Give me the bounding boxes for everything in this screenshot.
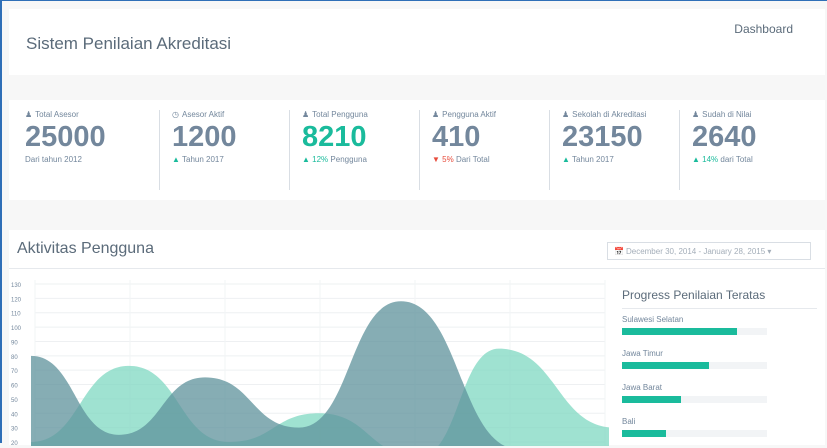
stat-label: Sudah di Nilai <box>702 110 752 119</box>
activity-title: Aktivitas Pengguna <box>17 240 154 257</box>
window-border-left <box>0 0 2 443</box>
progress-item: Sulawesi Selatan <box>622 315 817 343</box>
stat-pengguna-aktif: ♟ Pengguna Aktif 410 ▼ 5% Dari Total <box>419 110 542 190</box>
user-icon: ♟ <box>432 110 440 119</box>
y-tick-label: 50 <box>11 398 18 404</box>
progress-fill <box>622 396 682 403</box>
progress-item: Jawa Barat <box>622 383 817 411</box>
y-tick-label: 30 <box>11 427 18 433</box>
y-tick-label: 80 <box>11 355 18 361</box>
breadcrumb[interactable]: Dashboard <box>734 22 793 36</box>
stat-value: 410 <box>432 121 481 153</box>
stat-sudah-dinilai: ♟ Sudah di Nilai 2640 ▲ 14% dari Total <box>679 110 812 190</box>
y-tick-label: 110 <box>11 312 21 318</box>
stat-asesor-aktif: ◷ Asesor Aktif 1200 ▲ Tahun 2017 <box>159 110 282 190</box>
activity-chart: 130 120 110 100 90 80 70 60 50 40 30 20 <box>11 280 609 446</box>
y-tick-label: 70 <box>11 369 18 375</box>
stats-row: ♟ Total Asesor 25000 Dari tahun 2012 ◷ Ase… <box>9 100 825 200</box>
trend-up-icon: ▲ <box>302 155 310 164</box>
stat-sub-text: Pengguna <box>330 155 367 164</box>
progress-fill <box>622 362 709 369</box>
y-tick-label: 120 <box>11 297 22 303</box>
date-range-picker[interactable]: 📅 December 30, 2014 - January 28, 2015 ▾ <box>607 242 811 260</box>
activity-panel: Aktivitas Pengguna 📅 December 30, 2014 - … <box>9 230 825 448</box>
stat-sub-text: Dari tahun 2012 <box>25 155 82 164</box>
y-tick-label: 60 <box>11 384 18 390</box>
y-tick-label: 20 <box>11 441 18 446</box>
progress-item: Jawa Timur <box>622 349 817 377</box>
stat-sub-text: Tahun 2017 <box>572 155 614 164</box>
progress-label: Jawa Timur <box>622 349 663 358</box>
clock-icon: ◷ <box>172 110 179 119</box>
window-border-top <box>0 0 827 1</box>
user-icon: ♟ <box>562 110 570 119</box>
stat-label: Total Asesor <box>35 110 79 119</box>
stat-total-asesor: ♟ Total Asesor 25000 Dari tahun 2012 <box>25 110 155 190</box>
progress-label: Bali <box>622 417 636 426</box>
progress-fill <box>622 430 666 437</box>
trend-up-icon: ▲ <box>172 155 180 164</box>
stat-sub-text: Dari Total <box>455 155 490 164</box>
trend-up-icon: ▲ <box>692 155 700 164</box>
progress-track <box>622 430 767 437</box>
trend-up-icon: ▲ <box>562 155 570 164</box>
date-range-text: December 30, 2014 - January 28, 2015 <box>625 247 766 256</box>
y-tick-label: 40 <box>11 412 18 418</box>
stat-value: 2640 <box>692 121 757 153</box>
trend-down-icon: ▼ <box>432 155 440 164</box>
page-title: Sistem Penilaian Akreditasi <box>26 34 232 53</box>
stat-sub-text: Tahun 2017 <box>182 155 224 164</box>
divider <box>9 268 825 269</box>
user-icon: ♟ <box>692 110 700 119</box>
stat-label: Total Pengguna <box>312 110 368 119</box>
progress-track <box>622 328 767 335</box>
y-tick-label: 130 <box>11 283 22 289</box>
stat-value: 8210 <box>302 121 367 153</box>
progress-panel: Progress Penilaian Teratas Sulawesi Sela… <box>622 288 817 448</box>
progress-list: Sulawesi Selatan Jawa Timur Jawa Barat Bali <box>622 315 817 445</box>
calendar-icon: 📅 <box>614 247 624 256</box>
stat-sekolah-akreditasi: ♟ Sekolah di Akreditasi 23150 ▲ Tahun 201… <box>549 110 682 190</box>
page-header: Sistem Penilaian Akreditasi Dashboard <box>9 9 825 75</box>
progress-track <box>622 396 767 403</box>
progress-label: Jawa Barat <box>622 383 663 392</box>
user-icon: ♟ <box>25 110 33 119</box>
progress-item: Bali <box>622 417 817 445</box>
stat-value: 1200 <box>172 121 237 153</box>
stat-sub-percent: 5% <box>442 155 454 164</box>
stat-sub-percent: 12% <box>312 155 329 164</box>
progress-label: Sulawesi Selatan <box>622 315 684 324</box>
caret-down-icon: ▾ <box>767 247 772 256</box>
user-icon: ♟ <box>302 110 310 119</box>
stat-label: Sekolah di Akreditasi <box>572 110 647 119</box>
stat-value: 25000 <box>25 121 106 153</box>
stat-value: 23150 <box>562 121 643 153</box>
stat-sub-text: dari Total <box>720 155 753 164</box>
stat-label: Asesor Aktif <box>181 110 225 119</box>
y-tick-label: 90 <box>11 340 18 346</box>
stat-label: Pengguna Aktif <box>442 110 496 119</box>
stat-sub-percent: 14% <box>702 155 719 164</box>
progress-track <box>622 362 767 369</box>
stat-total-pengguna: ♟ Total Pengguna 8210 ▲ 12% Pengguna <box>289 110 412 190</box>
progress-fill <box>622 328 737 335</box>
y-tick-label: 100 <box>11 326 22 332</box>
progress-title: Progress Penilaian Teratas <box>622 288 817 309</box>
